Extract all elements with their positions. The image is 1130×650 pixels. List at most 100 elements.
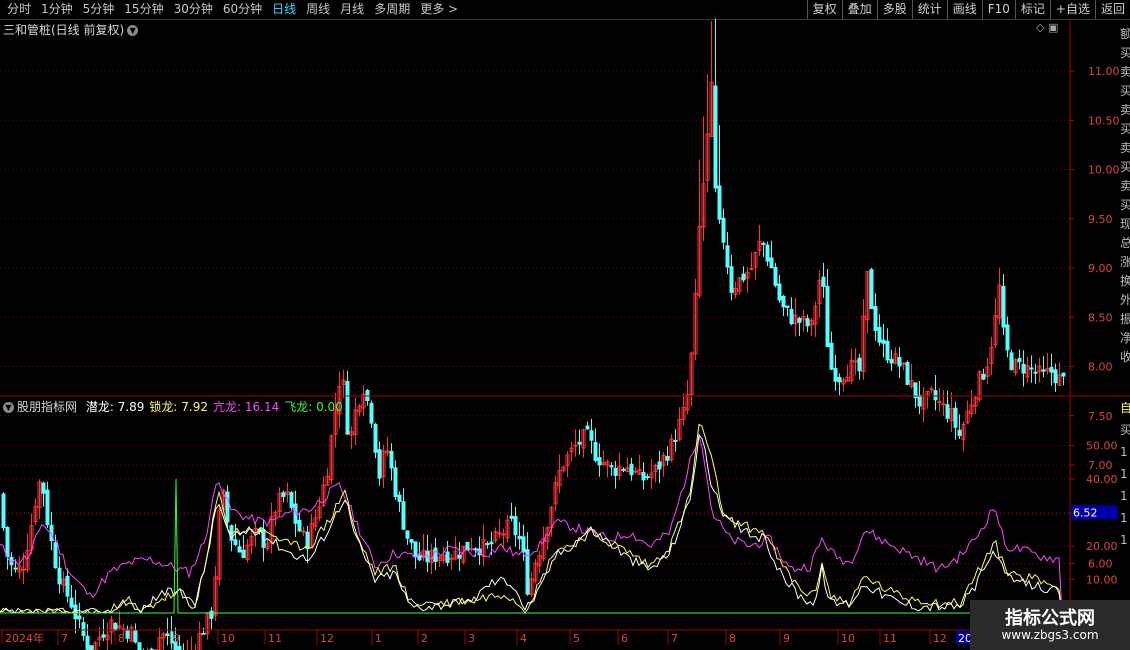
candle-body [765,244,770,262]
side-panel-label: 买 [1120,423,1130,437]
candle-body [409,539,414,543]
date-axis-label: 4 [520,632,527,645]
side-panel-label: 卖 [1120,65,1130,79]
date-axis-label: 8 [729,632,736,645]
candle-body [21,568,26,571]
date-axis-label: 9 [783,632,790,645]
candle-body [237,546,242,553]
candle-body [81,622,86,636]
candle-body [857,357,862,372]
candle-body [1017,357,1022,363]
candle-body [125,629,130,639]
price-axis-label: 8.50 [1088,311,1113,324]
candle-body [5,527,10,558]
candle-body [1061,372,1066,377]
candle-body [945,404,950,419]
candle-body [77,615,82,620]
side-panel-label: 卖 [1120,141,1130,155]
candle-body [833,368,838,382]
candle-body [657,461,662,470]
price-axis-label: 7.00 [1088,459,1113,472]
candle-body [585,425,590,430]
indicator-title: ▼ 股朋指标网 潜龙: 7.89 锁龙: 7.92 亢龙: 16.14 飞龙: 0.00 [3,398,343,415]
candle-body [777,283,782,301]
side-panel-label: 自 [1120,401,1130,415]
candle-body [233,539,238,546]
candle-body [85,635,90,650]
candle-body [713,85,718,189]
candle-body [821,276,826,287]
candle-body [345,381,350,435]
candle-body [913,382,918,399]
candle-body [121,628,126,631]
stock-chart[interactable]: 11.00 10.50 10.00 9.50 9.00 8.50 8.00 7.50 7.00 6… [0,0,1130,650]
indicator-field: 飞龙: 0.00 [284,400,343,414]
candle-body [981,373,986,380]
side-panel-label: 涨 [1120,254,1130,269]
candle-body [449,557,454,560]
candle-body [957,429,962,436]
candle-body [789,308,794,325]
watermark-title: 指标公式网 [1005,608,1095,629]
candle-body [281,492,286,498]
candle-body [1021,363,1026,374]
candle-body [897,357,902,367]
candle-body [901,362,906,365]
candle-body [1053,369,1058,384]
candle-body [433,547,438,562]
candle-body [645,476,650,479]
candle-body [289,492,294,508]
candle-body [829,342,834,370]
current-price-label: 6.52 [1073,506,1098,519]
candle-body [373,424,378,453]
candle-body [65,575,70,597]
candle-body [933,390,938,401]
candle-body [929,388,934,391]
candle-body [869,269,874,310]
candle-body [401,501,406,530]
candle-body [609,465,614,468]
candle-body [485,543,490,546]
candle-body [629,463,634,476]
candle-body [225,491,230,523]
candle-body [389,450,394,469]
candle-body [673,439,678,442]
candle-body [825,285,830,348]
price-axis-label: 11.00 [1088,65,1120,78]
candle-body [761,242,766,245]
candle-body [509,515,514,519]
candle-body [89,645,94,650]
candle-body [177,645,182,650]
candle-body [165,633,170,636]
candle-body [209,610,214,619]
date-axis-label: 8 [118,632,125,645]
candle-body [641,471,646,481]
candle-body [721,217,726,243]
indicator-axis-label: 10.00 [1086,574,1118,587]
date-axis-label: 5 [573,632,580,645]
candle-body [941,403,946,406]
date-axis-label: 10 [221,632,235,645]
side-panel-label: 卖 [1120,179,1130,193]
side-panel-label: 1 [1120,489,1128,503]
candle-body [917,394,922,407]
candle-body [905,361,910,385]
watermark-url: www.zbgs3.com [1001,628,1099,642]
date-axis-label: 7 [671,632,678,645]
date-axis-label: 10 [841,632,855,645]
candle-body [101,634,106,638]
candle-body [853,360,858,363]
date-axis-label: 7 [61,632,68,645]
candle-body [133,630,138,643]
indicator-field: 锁龙: 7.92 [149,400,208,414]
candle-body [13,567,18,570]
candle-body [725,245,730,268]
candlestick-series [1,18,1066,650]
date-axis-label: 12 [320,632,334,645]
candle-body [797,317,802,323]
chevron-down-icon[interactable]: ▼ [3,402,14,413]
candle-body [41,482,46,494]
candle-body [717,185,722,220]
candle-body [1033,371,1038,374]
indicator-axis-label: 40.00 [1086,473,1118,486]
